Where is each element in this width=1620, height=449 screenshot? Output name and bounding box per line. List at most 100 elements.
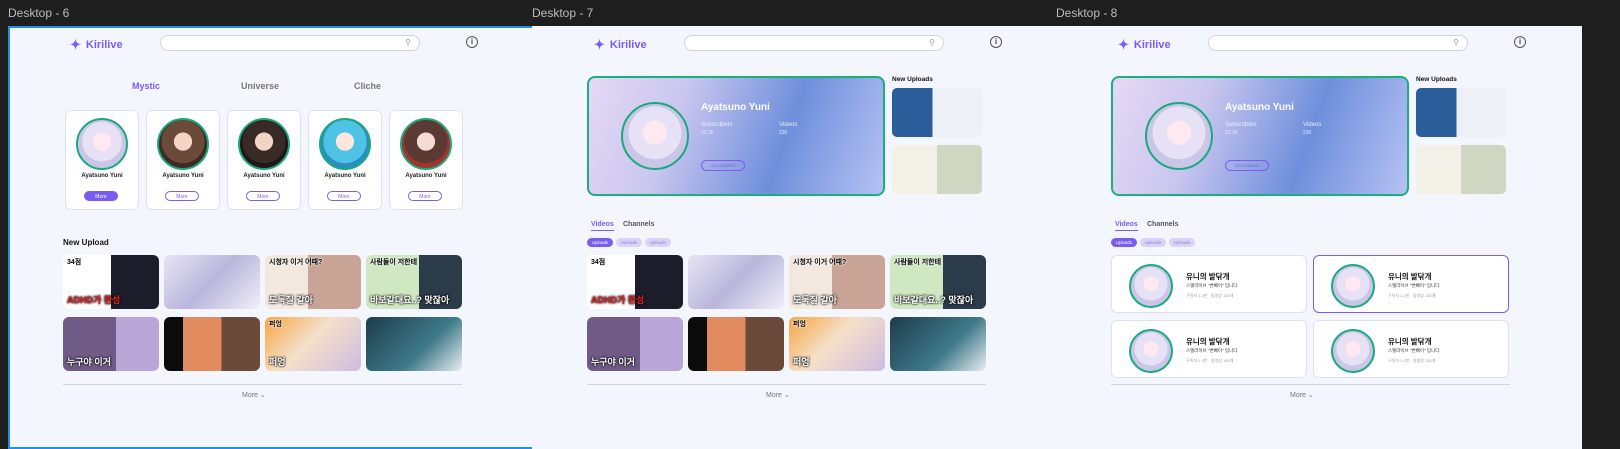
search-input[interactable]: ⚲ (160, 35, 420, 51)
search-icon[interactable]: ⚲ (1453, 38, 1459, 47)
video-thumbnail[interactable]: 시청자 이거 어때? 도둑질 같아 (265, 255, 361, 309)
thumb-caption-top: 34점 (591, 259, 606, 266)
more-link[interactable]: More ⌄ (766, 391, 790, 399)
thumb-caption: 퍼엉 (793, 357, 810, 367)
thumb-caption: 퍼엉 (269, 357, 286, 367)
tab-channels[interactable]: Channels (623, 221, 655, 228)
divider (63, 384, 462, 385)
more-button[interactable]: More (84, 191, 118, 201)
frame-label[interactable]: Desktop - 8 (1056, 6, 1117, 20)
more-button[interactable]: More (408, 191, 442, 201)
video-thumbnail[interactable]: 사람들이 저한테바보같대요..? 맞잖아 (890, 255, 986, 309)
vtuber-card[interactable]: Ayatsuno Yuni More (146, 110, 220, 210)
search-input[interactable]: ⚲ (1208, 35, 1468, 51)
info-icon[interactable]: i (466, 36, 478, 48)
video-thumbnail[interactable] (366, 317, 462, 371)
video-thumbnail[interactable] (1416, 88, 1506, 137)
video-thumbnail[interactable]: 퍼엉 퍼엉 (789, 317, 885, 371)
video-thumbnail[interactable] (164, 255, 260, 309)
channel-stats: 구독자 1.2만 · 동영상 100개 (1186, 358, 1234, 363)
tab-mystic[interactable]: Mystic (132, 81, 160, 91)
filter-pill[interactable]: Uploads (1169, 238, 1195, 247)
search-icon[interactable]: ⚲ (405, 38, 411, 47)
video-thumbnail[interactable] (164, 317, 260, 371)
vtuber-card[interactable]: Ayatsuno Yuni More (308, 110, 382, 210)
vtuber-name: Ayatsuno Yuni (324, 173, 366, 179)
video-thumbnail[interactable]: 누구야 이거 (63, 317, 159, 371)
channel-stats: 구독자 1.2만 · 동영상 100개 (1388, 358, 1436, 363)
thumb-caption-top: 사람들이 저한테 (894, 259, 942, 266)
channel-description: 스텔라이브 "변뻬이" 입니다. (1388, 348, 1441, 353)
tab-videos[interactable]: Videos (591, 221, 614, 231)
vtuber-card[interactable]: Ayatsuno Yuni More (65, 110, 139, 210)
go-channel-button[interactable]: Go Channel (701, 160, 745, 171)
featured-channel-banner[interactable]: Ayatsuno Yuni Subscribers 23.3k Videos 2… (587, 76, 885, 196)
avatar (76, 118, 128, 170)
channel-title: 유니의 발닦개 (1388, 272, 1432, 281)
filter-pill[interactable]: Uploads (616, 238, 642, 247)
thumb-caption-top: 퍼엉 (793, 321, 806, 328)
videos-value: 230 (1303, 130, 1312, 136)
tab-channels[interactable]: Channels (1147, 221, 1179, 228)
desktop-7-frame[interactable]: ✦ Kirilive ⚲ i Ayatsuno Yuni Subscribers … (532, 26, 1058, 449)
brand-logo[interactable]: ✦ Kirilive (1118, 37, 1171, 53)
video-thumbnail[interactable]: 퍼엉 퍼엉 (265, 317, 361, 371)
featured-channel-banner[interactable]: Ayatsuno Yuni Subscribers 23.3k Videos 2… (1111, 76, 1409, 196)
vtuber-card[interactable]: Ayatsuno Yuni More (227, 110, 301, 210)
video-thumbnail[interactable]: 34점 ADHD가 완성 (587, 255, 683, 309)
avatar (621, 102, 689, 170)
search-icon[interactable]: ⚲ (929, 38, 935, 47)
avatar (1331, 329, 1375, 373)
tab-cliche[interactable]: Cliche (354, 81, 381, 91)
thumb-caption: 바보같대요..? 맞잖아 (370, 295, 450, 305)
go-channel-button[interactable]: Go Channel (1225, 160, 1269, 171)
video-thumbnail[interactable]: 사람들이 저한테 바보같대요..? 맞잖아 (366, 255, 462, 309)
channel-card[interactable]: 유니의 발닦개 스텔라이브 "변뻬이" 입니다. 구독자 1.2만 · 동영상 … (1313, 320, 1509, 378)
tab-videos[interactable]: Videos (1115, 221, 1138, 231)
video-thumbnail[interactable] (688, 255, 784, 309)
channel-card[interactable]: 유니의 발닦개 스텔라이브 "변뻬이" 입니다. 구독자 1.2만 · 동영상 … (1313, 255, 1509, 313)
frame-label[interactable]: Desktop - 7 (532, 6, 593, 20)
thumb-caption-top: 시청자 이거 어때? (793, 259, 847, 266)
filter-pill[interactable]: Uploads (1111, 238, 1137, 247)
tab-universe[interactable]: Universe (241, 81, 279, 91)
thumb-caption: ADHD가 완성 (67, 295, 121, 305)
search-input[interactable]: ⚲ (684, 35, 944, 51)
subscribers-label: Subscribers (701, 122, 733, 128)
filter-pill[interactable]: Uploads (587, 238, 613, 247)
more-button[interactable]: More (165, 191, 199, 201)
video-thumbnail[interactable] (892, 88, 982, 137)
desktop-6-frame[interactable]: ✦ Kirilive ⚲ i Mystic Universe Cliche Aya… (8, 26, 534, 449)
video-thumbnail[interactable] (688, 317, 784, 371)
more-button[interactable]: More (246, 191, 280, 201)
more-link[interactable]: More ⌄ (1290, 391, 1314, 399)
video-thumbnail[interactable] (890, 317, 986, 371)
video-thumbnail[interactable]: 시청자 이거 어때? 도둑질 같아 (789, 255, 885, 309)
more-link[interactable]: More ⌄ (242, 391, 266, 399)
brand-logo[interactable]: ✦ Kirilive (594, 37, 647, 53)
vtuber-card[interactable]: Ayatsuno Yuni More (389, 110, 463, 210)
channel-card[interactable]: 유니의 발닦개 스텔라이브 "변뻬이" 입니다. 구독자 1.2만 · 동영상 … (1111, 255, 1307, 313)
channel-card[interactable]: 유니의 발닦개 스텔라이브 "변뻬이" 입니다. 구독자 1.2만 · 동영상 … (1111, 320, 1307, 378)
info-icon[interactable]: i (1514, 36, 1526, 48)
channel-title: 유니의 발닦개 (1186, 337, 1230, 346)
thumb-caption: 바보같대요..? 맞잖아 (894, 295, 974, 305)
channel-name: Ayatsuno Yuni (1225, 102, 1294, 113)
vtuber-name: Ayatsuno Yuni (243, 173, 285, 179)
thumb-caption: 도둑질 같아 (793, 295, 837, 305)
filter-pill[interactable]: Uploads (645, 238, 671, 247)
sparkle-icon: ✦ (1118, 37, 1129, 52)
frame-label[interactable]: Desktop - 6 (8, 6, 69, 20)
video-thumbnail[interactable] (892, 145, 982, 194)
more-button[interactable]: More (327, 191, 361, 201)
videos-label: Videos (779, 122, 798, 128)
video-thumbnail[interactable]: 누구야 이거 (587, 317, 683, 371)
desktop-8-frame[interactable]: ✦ Kirilive ⚲ i Ayatsuno Yuni Subscribers … (1056, 26, 1582, 449)
channel-stats: 구독자 1.2만 · 동영상 100개 (1186, 293, 1234, 298)
info-icon[interactable]: i (990, 36, 1002, 48)
brand-logo[interactable]: ✦ Kirilive (70, 37, 123, 53)
avatar (400, 118, 452, 170)
video-thumbnail[interactable]: 34점 ADHD가 완성 (63, 255, 159, 309)
filter-pill[interactable]: Uploads (1140, 238, 1166, 247)
video-thumbnail[interactable] (1416, 145, 1506, 194)
